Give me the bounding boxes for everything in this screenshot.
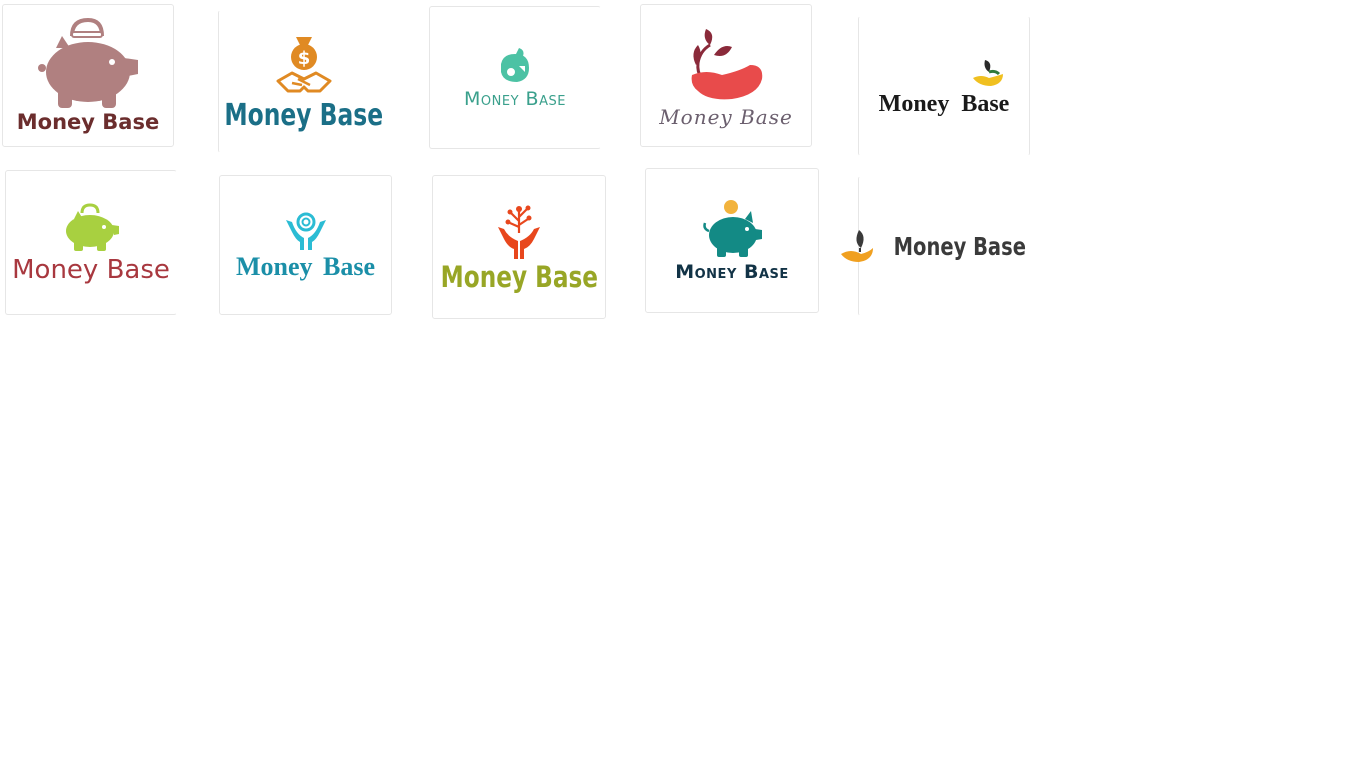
- logo-card-1[interactable]: Money Base: [2, 4, 174, 147]
- logo-card-4[interactable]: Money Base: [640, 4, 812, 147]
- logo-group: Money Base: [878, 56, 1010, 117]
- hand-leaf-icon: [691, 28, 763, 99]
- brand-wordmark: Money Base: [893, 231, 1027, 261]
- logo-card-8[interactable]: Money Base: [432, 175, 606, 319]
- hand-coin-icon: [501, 48, 529, 82]
- svg-text:$: $: [298, 48, 311, 69]
- logo-card-2[interactable]: $ Money Base: [218, 10, 390, 153]
- hands-tree-icon: [498, 205, 540, 259]
- logo-card-9[interactable]: Money Base: [645, 168, 819, 313]
- brand-wordmark: Money Base: [235, 252, 376, 281]
- brand-wordmark: Money Base: [16, 110, 160, 134]
- brand-wordmark: Money Base: [464, 88, 566, 110]
- logo-card-6[interactable]: Money Base: [5, 170, 177, 315]
- brand-wordmark: Money Base: [878, 91, 1010, 117]
- money-bag-handshake-icon: $: [276, 36, 332, 92]
- logo-card-10[interactable]: Money Base: [841, 176, 1034, 316]
- hands-spiral-icon: [285, 212, 326, 250]
- brand-wordmark: Money Base: [675, 261, 789, 283]
- hand-sprout-icon: [973, 60, 1004, 86]
- piggy-bank-icon: [38, 18, 138, 108]
- piggy-bank-icon: [66, 202, 119, 251]
- logo-card-3[interactable]: Money Base: [429, 6, 601, 149]
- piggy-bank-coin-icon: [703, 200, 762, 257]
- hand-leaf-icon: [841, 230, 874, 262]
- logo-group: Money Base: [839, 228, 1045, 264]
- brand-wordmark: Money Base: [440, 259, 598, 294]
- brand-wordmark: Money Base: [224, 97, 384, 133]
- logo-card-7[interactable]: Money Base: [219, 175, 392, 315]
- logo-card-5[interactable]: Money Base: [858, 16, 1030, 156]
- brand-wordmark: Money Base: [12, 254, 170, 285]
- brand-wordmark: Money Base: [659, 104, 793, 129]
